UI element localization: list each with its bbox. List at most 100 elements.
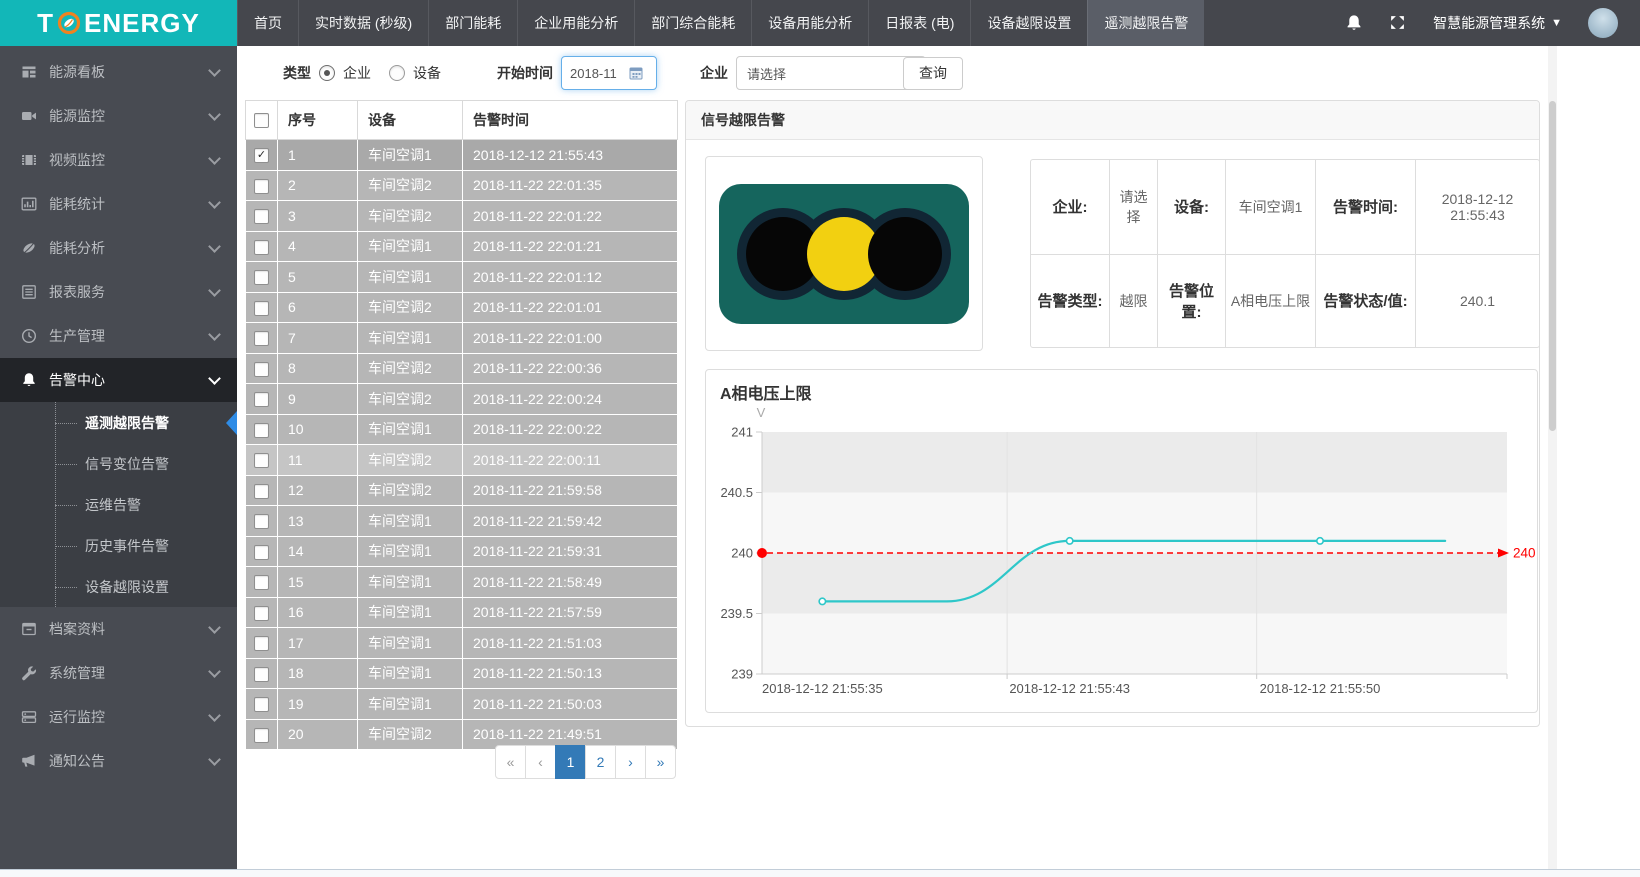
table-row[interactable]: 17车间空调12018-11-22 21:51:03 <box>246 628 678 659</box>
sidebar-item[interactable]: 通知公告 <box>0 739 237 783</box>
sidebar-item[interactable]: 能耗统计 <box>0 182 237 226</box>
sidebar-subitem[interactable]: 运维告警 <box>0 484 237 525</box>
row-checkbox[interactable] <box>254 392 269 407</box>
column-header: 告警时间 <box>463 101 678 140</box>
scrollbar-thumb[interactable] <box>1549 101 1556 431</box>
nav-item[interactable]: 部门综合能耗 <box>634 0 751 46</box>
table-row[interactable]: 8车间空调22018-11-22 22:00:36 <box>246 353 678 384</box>
table-row[interactable]: ✓1车间空调12018-12-12 21:55:43 <box>246 140 678 171</box>
sidebar-item[interactable]: 生产管理 <box>0 314 237 358</box>
table-row[interactable]: 6车间空调22018-11-22 22:01:01 <box>246 292 678 323</box>
type-radio-label: 企业 <box>343 63 371 83</box>
nav-item[interactable]: 企业用能分析 <box>517 0 634 46</box>
brand-logo[interactable]: T ENERGY <box>0 0 237 46</box>
row-checkbox[interactable] <box>254 240 269 255</box>
row-checkbox-cell <box>246 445 278 476</box>
sidebar-item[interactable]: 能耗分析 <box>0 226 237 270</box>
table-row[interactable]: 4车间空调12018-11-22 22:01:21 <box>246 231 678 262</box>
table-row[interactable]: 2车间空调22018-11-22 22:01:35 <box>246 170 678 201</box>
row-checkbox[interactable] <box>254 697 269 712</box>
nav-item[interactable]: 遥测越限告警 <box>1087 0 1204 46</box>
table-row[interactable]: 16车间空调12018-11-22 21:57:59 <box>246 597 678 628</box>
row-checkbox-cell <box>246 567 278 598</box>
alarm-info-table: 企业:请选择设备:车间空调1告警时间:2018-12-12 21:55:43告警… <box>1030 159 1540 348</box>
table-row[interactable]: 14车间空调12018-11-22 21:59:31 <box>246 536 678 567</box>
nav-item[interactable]: 设备越限设置 <box>970 0 1087 46</box>
row-checkbox[interactable] <box>254 179 269 194</box>
notification-bell-icon[interactable] <box>1345 14 1363 32</box>
row-checkbox[interactable] <box>254 484 269 499</box>
nav-item[interactable]: 首页 <box>237 0 298 46</box>
sidebar-item[interactable]: 系统管理 <box>0 651 237 695</box>
sidebar-subitem[interactable]: 信号变位告警 <box>0 443 237 484</box>
sidebar-item[interactable]: 报表服务 <box>0 270 237 314</box>
info-field-value: 请选择 <box>1109 160 1157 254</box>
page-button[interactable]: ‹ <box>525 745 556 779</box>
table-row[interactable]: 3车间空调22018-11-22 22:01:22 <box>246 201 678 232</box>
sidebar-subitem[interactable]: 历史事件告警 <box>0 525 237 566</box>
nav-item[interactable]: 日报表 (电) <box>868 0 970 46</box>
row-checkbox[interactable] <box>254 453 269 468</box>
table-row[interactable]: 5车间空调12018-11-22 22:01:12 <box>246 262 678 293</box>
row-checkbox[interactable] <box>254 209 269 224</box>
row-checkbox[interactable] <box>254 636 269 651</box>
system-title: 智慧能源管理系统 <box>1433 13 1545 33</box>
table-row[interactable]: 15车间空调12018-11-22 21:58:49 <box>246 567 678 598</box>
start-time-input[interactable] <box>561 56 657 90</box>
row-checkbox[interactable] <box>254 362 269 377</box>
sidebar-item[interactable]: 视频监控 <box>0 138 237 182</box>
row-alarm-time: 2018-11-22 21:57:59 <box>463 597 678 628</box>
row-checkbox[interactable] <box>254 575 269 590</box>
page-button[interactable]: » <box>645 745 676 779</box>
enterprise-select[interactable]: 请选择 ▼ <box>736 56 926 90</box>
page-button[interactable]: › <box>615 745 646 779</box>
vertical-scrollbar[interactable] <box>1548 46 1557 869</box>
type-radio[interactable] <box>319 65 335 81</box>
page-button[interactable]: « <box>495 745 526 779</box>
sidebar-item[interactable]: 运行监控 <box>0 695 237 739</box>
row-checkbox[interactable] <box>254 301 269 316</box>
nav-item[interactable]: 设备用能分析 <box>751 0 868 46</box>
table-row[interactable]: 18车间空调12018-11-22 21:50:13 <box>246 658 678 689</box>
row-checkbox[interactable]: ✓ <box>254 148 269 163</box>
avatar[interactable] <box>1588 8 1618 38</box>
row-checkbox[interactable] <box>254 270 269 285</box>
type-radio[interactable] <box>389 65 405 81</box>
fullscreen-icon[interactable] <box>1389 14 1407 32</box>
chevron-down-icon <box>208 152 221 165</box>
calendar-icon[interactable] <box>629 66 643 80</box>
page-button[interactable]: 2 <box>585 745 616 779</box>
info-field-value: 240.1 <box>1415 254 1539 348</box>
row-checkbox[interactable] <box>254 667 269 682</box>
bottom-scroll-strip[interactable] <box>0 869 1640 877</box>
sidebar-subitem[interactable]: 设备越限设置 <box>0 566 237 607</box>
table-row[interactable]: 13车间空调12018-11-22 21:59:42 <box>246 506 678 537</box>
user-system-menu[interactable]: 智慧能源管理系统 ▼ <box>1433 13 1562 33</box>
sidebar-subitem[interactable]: 遥测越限告警 <box>0 402 237 443</box>
table-row[interactable]: 7车间空调12018-11-22 22:01:00 <box>246 323 678 354</box>
nav-item[interactable]: 实时数据 (秒级) <box>298 0 428 46</box>
table-row[interactable]: 10车间空调12018-11-22 22:00:22 <box>246 414 678 445</box>
page-button[interactable]: 1 <box>555 745 586 779</box>
table-row[interactable]: 9车间空调22018-11-22 22:00:24 <box>246 384 678 415</box>
start-time-value[interactable] <box>570 66 624 81</box>
sidebar-item[interactable]: 档案资料 <box>0 607 237 651</box>
row-number: 9 <box>278 384 358 415</box>
row-checkbox[interactable] <box>254 514 269 529</box>
table-row[interactable]: 11车间空调22018-11-22 22:00:11 <box>246 445 678 476</box>
sidebar-item[interactable]: 能源监控 <box>0 94 237 138</box>
search-button[interactable]: 查询 <box>903 57 963 90</box>
row-checkbox[interactable] <box>254 606 269 621</box>
chevron-down-icon <box>208 753 221 766</box>
table-row[interactable]: 19车间空调12018-11-22 21:50:03 <box>246 689 678 720</box>
sidebar-item[interactable]: 能源看板 <box>0 50 237 94</box>
row-number: 1 <box>278 140 358 171</box>
row-checkbox[interactable] <box>254 545 269 560</box>
table-row[interactable]: 12车间空调22018-11-22 21:59:58 <box>246 475 678 506</box>
select-all-checkbox[interactable] <box>254 113 269 128</box>
row-checkbox[interactable] <box>254 728 269 743</box>
sidebar-item[interactable]: 告警中心 <box>0 358 237 402</box>
row-checkbox[interactable] <box>254 331 269 346</box>
row-checkbox[interactable] <box>254 423 269 438</box>
nav-item[interactable]: 部门能耗 <box>428 0 517 46</box>
